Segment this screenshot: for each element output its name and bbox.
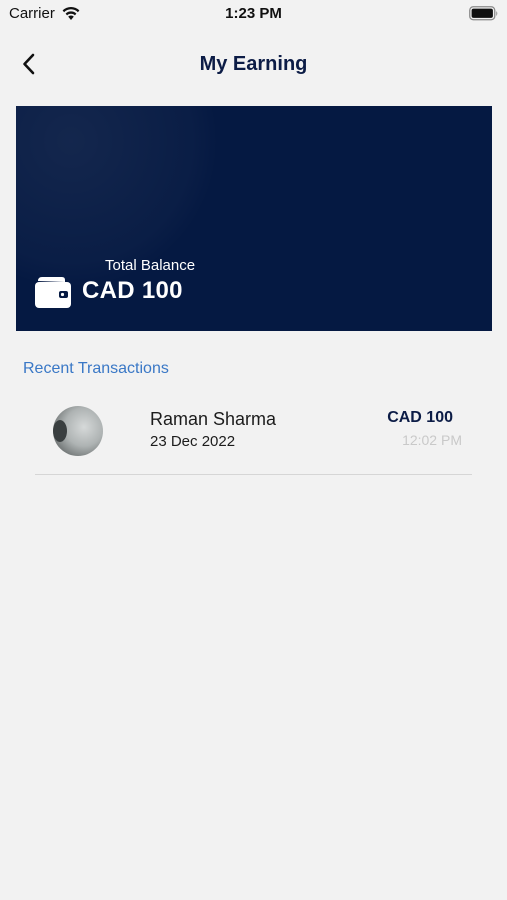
avatar: [53, 406, 103, 456]
status-time: 1:23 PM: [225, 5, 282, 22]
transaction-date: 23 Dec 2022: [150, 433, 236, 450]
recent-transactions-heading: Recent Transactions: [23, 360, 169, 377]
wallet-icon: [34, 275, 72, 309]
page-title: My Earning: [199, 53, 308, 75]
balance-label: Total Balance: [105, 257, 196, 274]
transaction-name: Raman Sharma: [150, 409, 277, 429]
status-bar: Carrier 1:23 PM: [0, 0, 507, 30]
transaction-row[interactable]: Raman Sharma 23 Dec 2022 CAD 100 12:02 P…: [35, 392, 472, 475]
balance-card: Total Balance CAD 100: [16, 106, 492, 331]
battery-icon: [469, 6, 499, 21]
transaction-time: 12:02 PM: [402, 432, 462, 448]
balance-amount: CAD 100: [82, 277, 183, 304]
transaction-amount: CAD 100: [387, 409, 453, 426]
avatar-shade: [53, 420, 67, 442]
nav-header: My Earning: [0, 45, 507, 87]
